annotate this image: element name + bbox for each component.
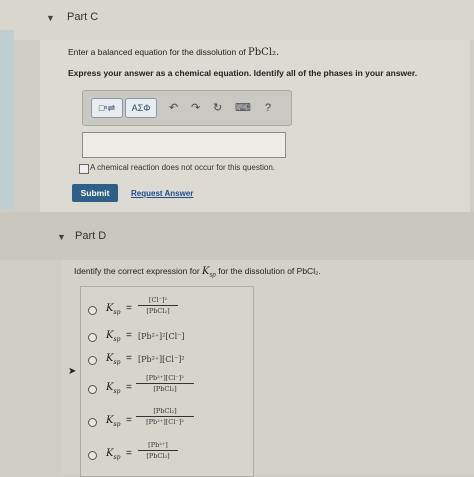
option-2-expression: [Pb²⁺]²[Cl⁻] [138, 332, 185, 341]
collapse-part-c-icon[interactable]: ▼ [46, 13, 55, 23]
request-answer-link[interactable]: Request Answer [131, 189, 193, 198]
fraction-bar [136, 416, 194, 417]
option-3-ksp: Ksp [106, 353, 120, 366]
option-6-fraction: [Pb²⁺] [PbCl₂] [138, 441, 178, 460]
part-c-prompt-text: Enter a balanced equation for the dissol… [68, 47, 249, 57]
part-d-prompt-suffix: for the dissolution of PbCl₂. [215, 266, 321, 276]
option-5-denominator: [Pb²⁺][Cl⁻]² [146, 418, 184, 426]
option-1-radio[interactable] [88, 306, 97, 315]
option-5-equals: = [126, 415, 132, 426]
left-strip [0, 30, 14, 210]
option-3-radio[interactable] [88, 356, 97, 365]
part-d-prompt-ksp: K [202, 266, 210, 277]
part-d-title[interactable]: Part D [75, 230, 106, 242]
part-c-prompt: Enter a balanced equation for the dissol… [68, 47, 279, 58]
option-3-equals: = [126, 353, 132, 364]
keyboard-icon[interactable]: ⌨ [235, 100, 251, 116]
symbols-button[interactable]: AΣΦ [125, 98, 157, 118]
option-5-radio[interactable] [88, 418, 97, 427]
option-1-fraction: [Cl⁻]² [PbCl₂] [138, 296, 178, 315]
option-6-equals: = [126, 448, 132, 459]
option-1-equals: = [126, 303, 132, 314]
option-2-radio[interactable] [88, 333, 97, 342]
fraction-bar [138, 305, 178, 306]
ksp-subscript: sp [113, 336, 121, 343]
part-d-header-band [0, 212, 474, 260]
collapse-part-d-icon[interactable]: ▼ [57, 232, 66, 242]
no-reaction-label[interactable]: A chemical reaction does not occur for t… [90, 163, 275, 172]
part-d-prompt: Identify the correct expression for Ksp … [74, 266, 321, 279]
ksp-subscript: sp [113, 388, 121, 395]
option-2-equals: = [126, 330, 132, 341]
fraction-bar [138, 450, 178, 451]
option-5-numerator: [PbCl₂] [153, 407, 177, 415]
undo-icon[interactable]: ↶ [169, 100, 178, 116]
equation-toolbar: □ⁿ⇌ AΣΦ ↶ ↷ ↻ ⌨ ? [82, 90, 292, 126]
option-4-numerator: [Pb²⁺][Cl⁻]² [146, 374, 184, 382]
part-c-prompt-compound: PbCl₂. [248, 47, 280, 58]
ksp-subscript: sp [113, 309, 121, 316]
help-icon[interactable]: ? [265, 100, 271, 116]
ksp-subscript: sp [113, 421, 121, 428]
part-c-title[interactable]: Part C [67, 11, 98, 23]
option-1-denominator: [PbCl₂] [146, 307, 170, 315]
option-4-ksp: Ksp [106, 382, 120, 395]
option-4-denominator: [PbCl₂] [153, 385, 177, 393]
reset-icon[interactable]: ↻ [213, 100, 222, 116]
fraction-bar [136, 383, 194, 384]
part-d-prompt-prefix: Identify the correct expression for [74, 266, 203, 276]
option-4-radio[interactable] [88, 385, 97, 394]
option-1-ksp: Ksp [106, 303, 120, 316]
option-6-denominator: [PbCl₂] [146, 452, 170, 460]
option-4-fraction: [Pb²⁺][Cl⁻]² [PbCl₂] [136, 374, 194, 393]
option-5-fraction: [PbCl₂] [Pb²⁺][Cl⁻]² [136, 407, 194, 426]
option-6-numerator: [Pb²⁺] [148, 441, 168, 449]
answer-input[interactable] [82, 132, 286, 158]
option-2-ksp: Ksp [106, 330, 120, 343]
redo-icon[interactable]: ↷ [191, 100, 200, 116]
option-4-equals: = [126, 382, 132, 393]
option-5-ksp: Ksp [106, 415, 120, 428]
template-button[interactable]: □ⁿ⇌ [91, 98, 123, 118]
mouse-cursor-icon: ➤ [68, 366, 77, 377]
option-6-radio[interactable] [88, 451, 97, 460]
no-reaction-checkbox[interactable] [79, 164, 89, 174]
ksp-subscript: sp [113, 359, 121, 366]
ksp-subscript: sp [113, 454, 121, 461]
submit-button[interactable]: Submit [72, 184, 118, 202]
part-c-instruction: Express your answer as a chemical equati… [68, 68, 418, 78]
option-6-ksp: Ksp [106, 448, 120, 461]
option-1-numerator: [Cl⁻]² [148, 296, 168, 304]
option-3-expression: [Pb²⁺][Cl⁻]² [138, 355, 185, 364]
